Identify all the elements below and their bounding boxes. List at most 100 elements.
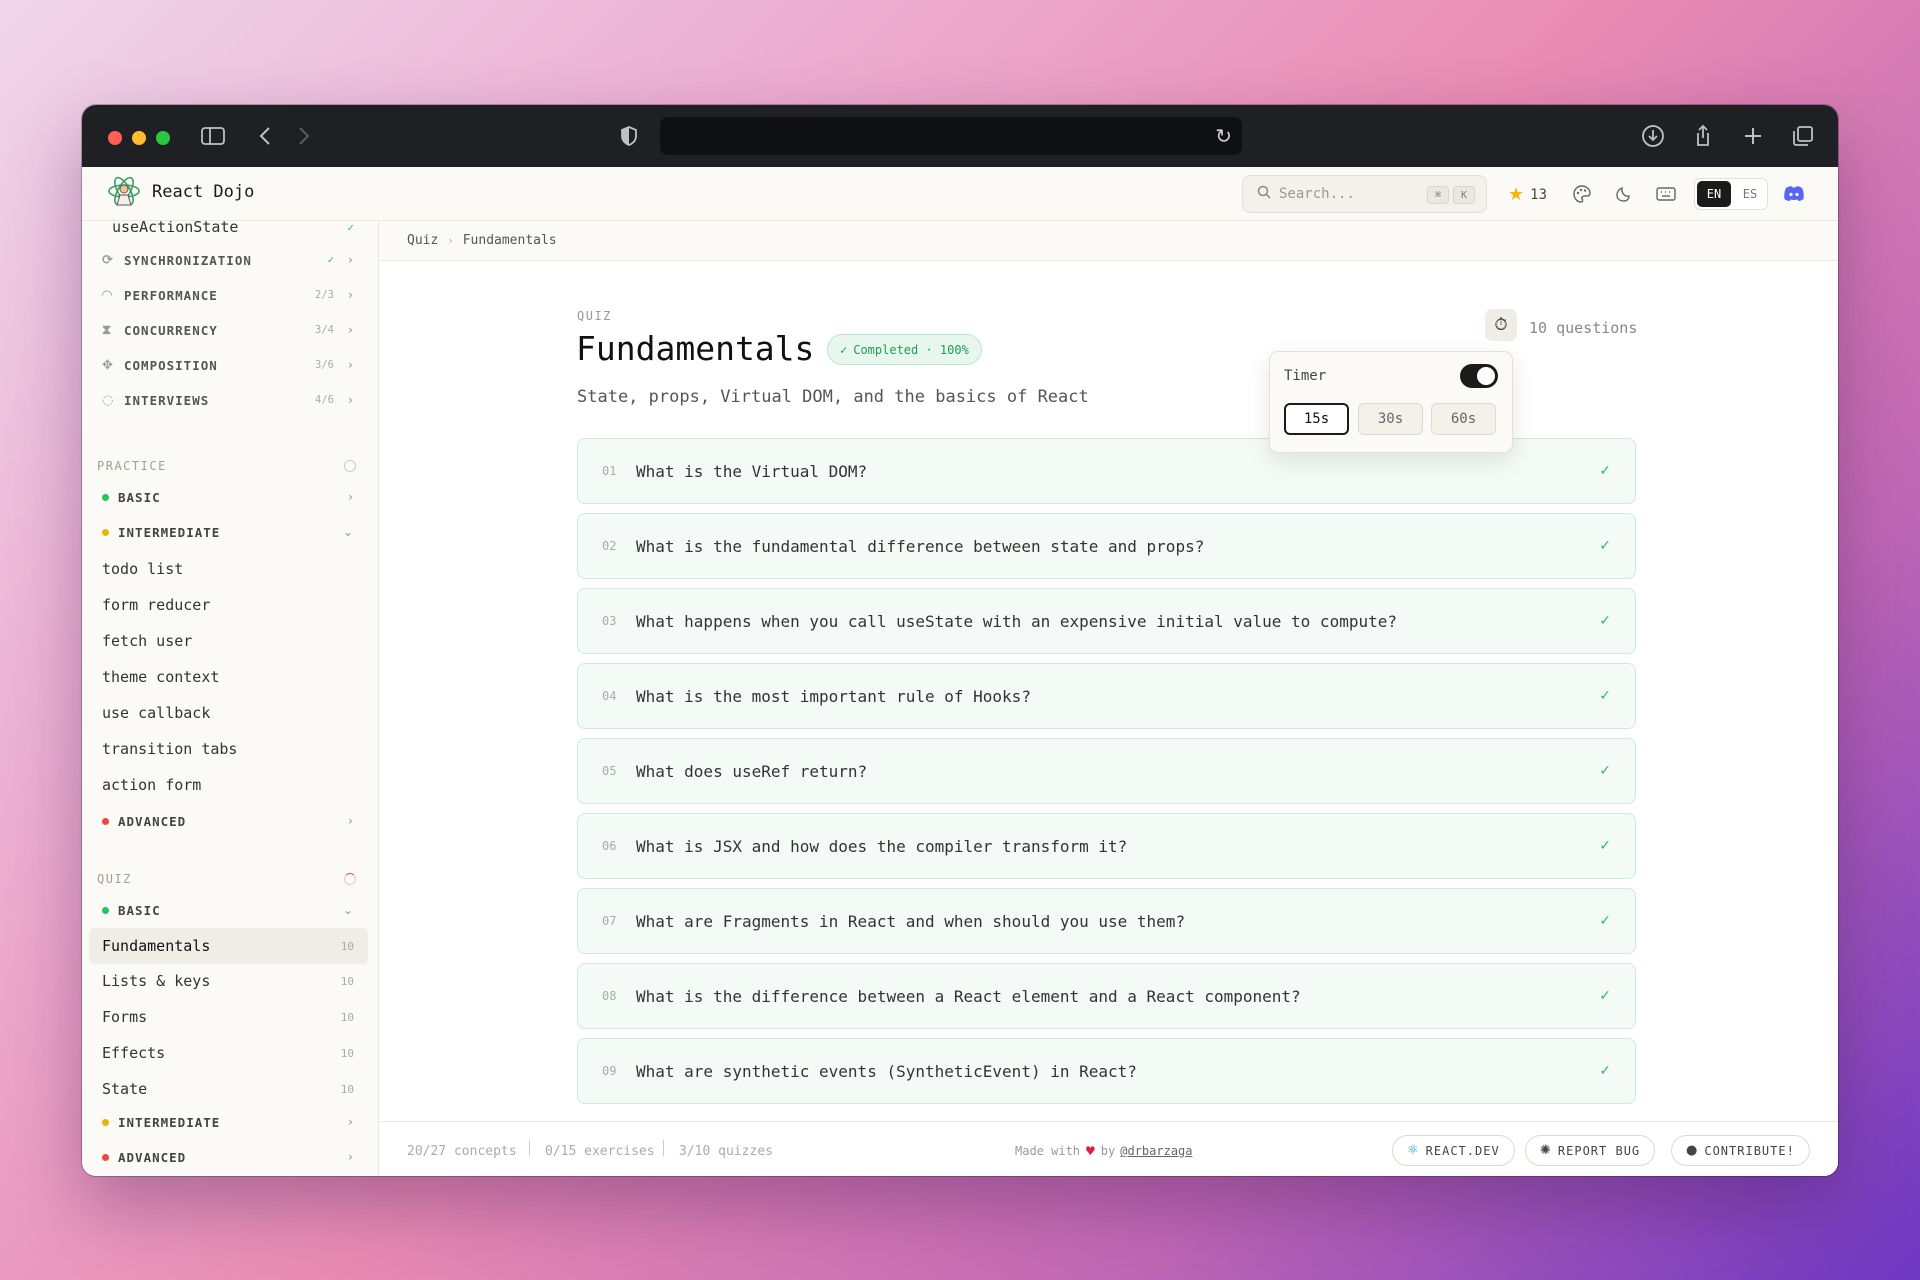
quiz-item[interactable]: Effects 10 xyxy=(82,1038,378,1068)
chevron-right-icon: › xyxy=(348,253,354,267)
sidebar-section-composition[interactable]: ✥ COMPOSITION 3/6 › xyxy=(82,354,378,376)
keyboard-icon[interactable] xyxy=(1654,182,1678,206)
sidebar-section-concurrency[interactable]: ⧗ CONCURRENCY 3/4 › xyxy=(82,319,378,341)
sidebar-toggle-icon[interactable] xyxy=(200,123,226,149)
report-bug-button[interactable]: ✺ REPORT BUG xyxy=(1525,1135,1656,1166)
green-dot-icon xyxy=(102,493,109,501)
practice-level-basic[interactable]: BASIC › xyxy=(82,486,378,508)
github-stars[interactable]: ★ 13 xyxy=(1508,184,1547,205)
timer-toggle[interactable] xyxy=(1460,364,1498,388)
green-dot-icon xyxy=(102,906,109,914)
practice-item[interactable]: todo list xyxy=(82,554,378,584)
address-bar[interactable]: ↻ xyxy=(660,117,1242,155)
practice-level-intermediate[interactable]: INTERMEDIATE ⌄ xyxy=(82,521,378,543)
item-count: 10 xyxy=(340,939,354,953)
question-text: What is JSX and how does the compiler tr… xyxy=(636,836,1128,856)
browser-window: ↻ React Dojo Search... ⌘ K ★ 13 EN ES us… xyxy=(82,105,1838,1176)
section-count: 2/3 xyxy=(315,289,334,301)
quiz-item[interactable]: Forms 10 xyxy=(82,1002,378,1032)
contribute-button[interactable]: ● CONTRIBUTE! xyxy=(1671,1135,1810,1166)
app-body: useActionState ✓ ⟳ SYNCHRONIZATION ✓ › ◠… xyxy=(82,221,1838,1176)
react-dev-button[interactable]: ⚛ REACT.DEV xyxy=(1392,1135,1515,1166)
reload-icon[interactable]: ↻ xyxy=(1215,124,1232,148)
bug-icon: ✺ xyxy=(1540,1143,1552,1158)
quiz-item[interactable]: Lists & keys 10 xyxy=(82,966,378,996)
gauge-icon: ◠ xyxy=(102,287,113,303)
question-item[interactable]: 05 What does useRef return? ✓ xyxy=(577,738,1636,804)
quiz-eyebrow: QUIZ xyxy=(577,309,612,323)
item-label: Lists & keys xyxy=(102,972,211,990)
red-dot-icon xyxy=(102,817,109,825)
practice-item[interactable]: transition tabs xyxy=(82,734,378,764)
practice-item[interactable]: action form xyxy=(82,770,378,800)
practice-level-advanced[interactable]: ADVANCED › xyxy=(82,810,378,832)
shield-icon[interactable] xyxy=(616,123,642,149)
sidebar-item-label: useActionState xyxy=(112,221,239,236)
close-window-button[interactable] xyxy=(108,131,122,145)
quiz-item[interactable]: State 10 xyxy=(82,1074,378,1104)
item-label: Effects xyxy=(102,1044,166,1062)
quiz-item-fundamentals[interactable]: Fundamentals 10 xyxy=(89,928,368,964)
lang-es-button[interactable]: ES xyxy=(1733,179,1767,209)
moon-icon[interactable] xyxy=(1612,182,1636,206)
sidebar-section-synchronization[interactable]: ⟳ SYNCHRONIZATION ✓ › xyxy=(82,249,378,271)
question-item[interactable]: 04 What is the most important rule of Ho… xyxy=(577,663,1636,729)
lang-en-button[interactable]: EN xyxy=(1697,181,1731,207)
section-label: SYNCHRONIZATION xyxy=(124,252,252,268)
divider xyxy=(663,1140,664,1156)
palette-icon[interactable] xyxy=(1570,182,1594,206)
button-label: REACT.DEV xyxy=(1425,1143,1500,1158)
status-badge-label: Completed · 100% xyxy=(853,342,969,357)
timer-option-15s[interactable]: 15s xyxy=(1284,403,1349,435)
question-item[interactable]: 02 What is the fundamental difference be… xyxy=(577,513,1636,579)
quiz-level-intermediate[interactable]: INTERMEDIATE › xyxy=(82,1111,378,1133)
author-link[interactable]: @drbarzaga xyxy=(1120,1144,1192,1158)
chevron-right-icon: › xyxy=(348,288,354,302)
question-text: What are Fragments in React and when sho… xyxy=(636,911,1186,931)
minimize-window-button[interactable] xyxy=(132,131,146,145)
new-tab-icon[interactable] xyxy=(1740,123,1766,149)
sidebar-section-performance[interactable]: ◠ PERFORMANCE 2/3 › xyxy=(82,284,378,306)
breadcrumb-quiz[interactable]: Quiz xyxy=(407,233,438,248)
timer-option-60s[interactable]: 60s xyxy=(1431,403,1496,435)
check-icon: ✓ xyxy=(1599,538,1611,554)
sidebar-item-useactionstate[interactable]: useActionState ✓ xyxy=(82,221,378,239)
divider xyxy=(529,1140,530,1156)
forward-icon[interactable] xyxy=(291,123,317,149)
kbd-cmd: ⌘ xyxy=(1427,186,1449,204)
item-label: todo list xyxy=(102,560,184,578)
search-input[interactable]: Search... ⌘ K xyxy=(1242,175,1487,213)
practice-item[interactable]: fetch user xyxy=(82,626,378,656)
practice-item[interactable]: theme context xyxy=(82,662,378,692)
chevron-right-icon: › xyxy=(448,234,453,247)
react-dojo-logo-icon[interactable] xyxy=(106,175,142,211)
progress-ring-icon xyxy=(344,460,356,472)
share-icon[interactable] xyxy=(1690,123,1716,149)
chevron-down-icon: ⌄ xyxy=(342,525,354,539)
chevron-right-icon: › xyxy=(348,358,354,372)
tab-overview-icon[interactable] xyxy=(1790,123,1816,149)
quiz-level-advanced[interactable]: ADVANCED › xyxy=(82,1146,378,1168)
question-item[interactable]: 07 What are Fragments in React and when … xyxy=(577,888,1636,954)
question-item[interactable]: 09 What are synthetic events (SyntheticE… xyxy=(577,1038,1636,1104)
maximize-window-button[interactable] xyxy=(156,131,170,145)
quiz-level-basic[interactable]: BASIC ⌄ xyxy=(82,899,378,921)
practice-item[interactable]: form reducer xyxy=(82,590,378,620)
timer-button[interactable]: ⏱ xyxy=(1485,309,1517,341)
react-icon: ⚛ xyxy=(1407,1143,1420,1158)
question-item[interactable]: 06 What is JSX and how does the compiler… xyxy=(577,813,1636,879)
brand-name[interactable]: React Dojo xyxy=(152,182,254,202)
question-item[interactable]: 08 What is the difference between a Reac… xyxy=(577,963,1636,1029)
back-icon[interactable] xyxy=(252,123,278,149)
by-label: by xyxy=(1100,1144,1116,1158)
discord-icon[interactable] xyxy=(1782,182,1806,206)
section-label: COMPOSITION xyxy=(124,357,218,373)
sidebar-section-interviews[interactable]: ◌ INTERVIEWS 4/6 › xyxy=(82,389,378,411)
timer-option-30s[interactable]: 30s xyxy=(1358,403,1423,435)
question-item[interactable]: 03 What happens when you call useState w… xyxy=(577,588,1636,654)
downloads-icon[interactable] xyxy=(1640,123,1666,149)
practice-item[interactable]: use callback xyxy=(82,698,378,728)
chat-icon: ◌ xyxy=(102,392,115,408)
check-icon: ✓ xyxy=(840,342,848,357)
chevron-down-icon: ⌄ xyxy=(342,903,354,917)
